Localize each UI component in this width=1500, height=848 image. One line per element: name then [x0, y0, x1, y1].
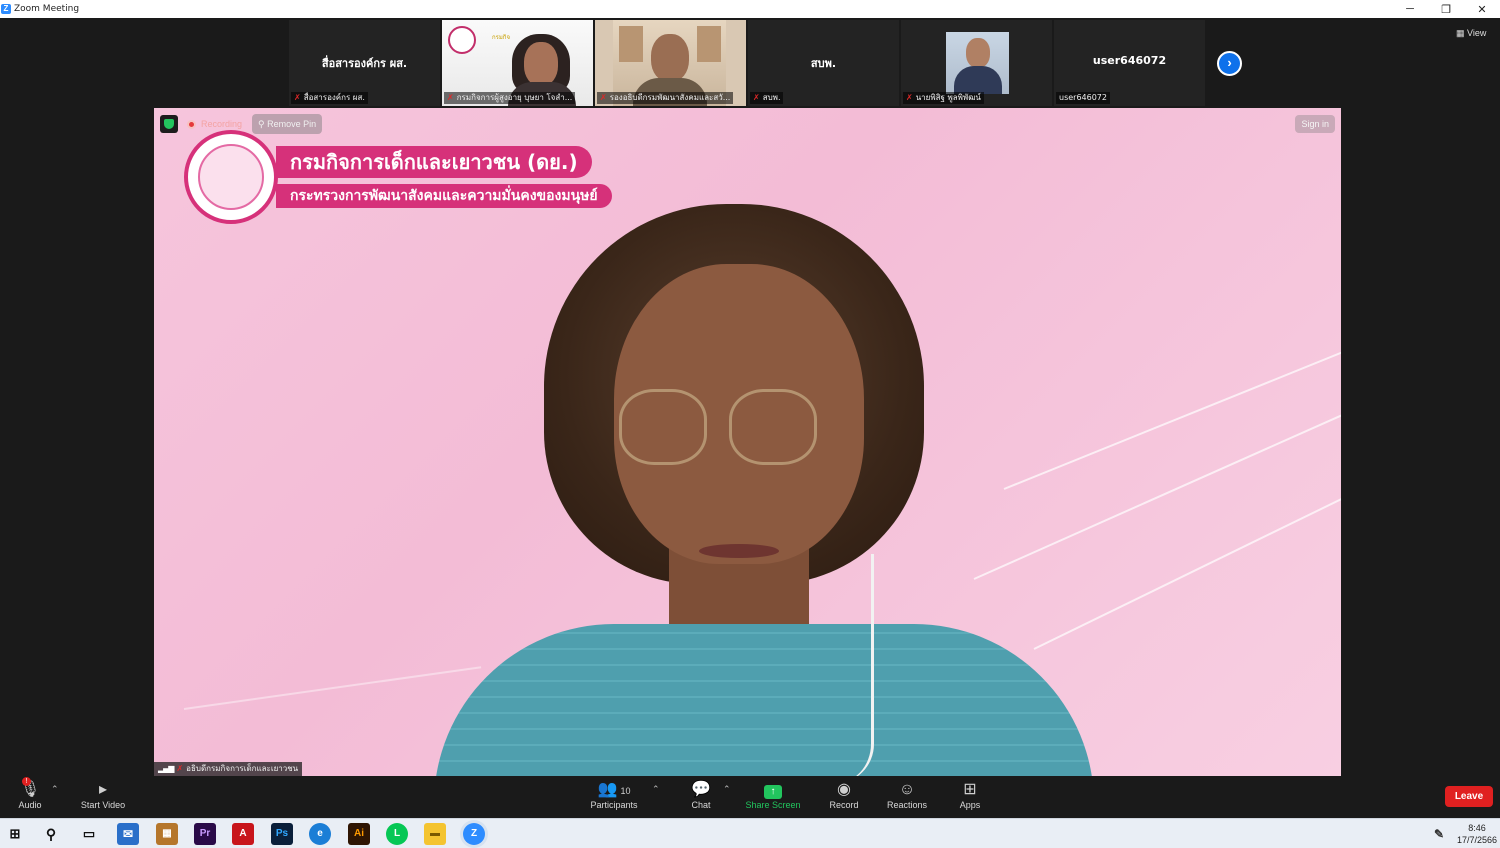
windows-taskbar: ⊞ ⚲ ▭ ✉ ▦ Pr A Ps e Ai L ▬ Z ✎ 8:46 17/7… — [0, 818, 1500, 848]
participant-name: สบพ. — [810, 57, 837, 70]
clock-time: 8:46 — [1468, 823, 1486, 833]
record-dot-icon — [187, 119, 196, 129]
bookshelf — [697, 26, 721, 62]
glasses-left-lens — [619, 389, 707, 465]
task-view-icon[interactable]: ▭ — [78, 823, 100, 845]
reactions-button[interactable]: ☺ Reactions — [884, 780, 930, 810]
window-titlebar: Z Zoom Meeting ─ ❐ ✕ — [0, 0, 1500, 18]
edge-icon[interactable]: e — [309, 823, 331, 845]
audio-button[interactable]: 🎙! Audio — [12, 777, 48, 810]
participants-icon: 👥 — [597, 781, 618, 798]
participants-count: 10 — [620, 786, 631, 796]
bookshelf — [619, 26, 643, 62]
search-icon[interactable]: ⚲ — [40, 823, 62, 845]
clock[interactable]: 8:46 17/7/2566 — [1457, 822, 1497, 846]
muted-mic-icon: ✗ — [294, 93, 301, 102]
glasses-right-lens — [729, 389, 817, 465]
speaker-person — [424, 204, 1104, 776]
chat-button[interactable]: 💬 Chat — [684, 780, 718, 810]
department-banner: กรมกิจการเด็กและเยาวชน (ดย.) — [276, 146, 592, 178]
participant-tile[interactable]: ✗ นายพิสิฐ พูลพิพัฒน์ — [901, 20, 1052, 106]
pin-icon: ⚲ — [258, 119, 268, 129]
mail-icon[interactable]: ✉ — [117, 823, 139, 845]
earphone-cable — [834, 554, 874, 776]
speaker-lips — [699, 544, 779, 558]
apps-icon: ⊞ — [963, 781, 977, 798]
next-page-button[interactable]: › — [1217, 51, 1242, 76]
emblem-icon — [448, 26, 476, 54]
video-off-icon: ▸ — [98, 781, 108, 798]
leave-button[interactable]: Leave — [1445, 786, 1493, 807]
participant-name-tag: ✗ กรมกิจการผู้สูงอายุ บุษยา โจสำ... — [444, 92, 576, 104]
participant-tile[interactable]: กรมกิจ ✗ กรมกิจการผู้สูงอายุ บุษยา โจสำ..… — [442, 20, 593, 106]
participant-tile[interactable]: สบพ. ✗ สบพ. — [748, 20, 899, 106]
close-button[interactable]: ✕ — [1464, 0, 1500, 18]
chat-icon: 💬 — [691, 781, 711, 798]
file-explorer-icon[interactable]: ▬ — [424, 823, 446, 845]
minimize-button[interactable]: ─ — [1392, 0, 1428, 18]
share-screen-button[interactable]: ↑ Share Screen — [742, 780, 804, 810]
audio-options-caret[interactable]: ⌃ — [51, 784, 59, 795]
smiley-icon: ☺ — [898, 781, 916, 798]
record-icon: ◉ — [837, 781, 851, 798]
participant-face — [966, 38, 990, 68]
illustrator-icon[interactable]: Ai — [348, 823, 370, 845]
share-screen-icon: ↑ — [764, 785, 782, 799]
signal-bars-icon: ▂▄▆ — [158, 764, 175, 773]
participant-name-tag: ✗ นายพิสิฐ พูลพิพัฒน์ — [903, 92, 984, 104]
participant-name: สื่อสารองค์กร ผส. — [321, 57, 408, 70]
participant-tile[interactable]: ✗ รองอธิบดีกรมพัฒนาสังคมและสวั... — [595, 20, 746, 106]
muted-mic-icon: ✗ — [176, 764, 184, 773]
start-video-button[interactable]: ▸ Start Video — [76, 780, 130, 810]
window-title: Zoom Meeting — [14, 4, 80, 14]
muted-mic-icon: ✗ — [906, 93, 913, 102]
participants-options-caret[interactable]: ⌃ — [652, 784, 660, 795]
muted-mic-icon: ✗ — [600, 93, 607, 102]
audio-warning-badge: ! — [22, 777, 31, 786]
sign-in-button[interactable]: Sign in — [1295, 115, 1335, 133]
active-speaker-video[interactable]: กรมกิจการเด็กและเยาวชน (ดย.) กระทรวงการพ… — [154, 108, 1341, 776]
speaker-name-tag: ▂▄▆ ✗ อธิบดีกรมกิจการเด็กและเยาวชน — [154, 762, 303, 776]
speaker-shirt — [434, 624, 1094, 776]
restore-button[interactable]: ❐ — [1428, 0, 1464, 18]
participant-face — [524, 42, 558, 86]
participant-tile[interactable]: สื่อสารองค์กร ผส. ✗ สื่อสารองค์กร ผส. — [289, 20, 440, 106]
muted-mic-icon: ✗ — [447, 93, 454, 102]
security-shield-icon[interactable] — [160, 115, 178, 133]
apps-button[interactable]: ⊞ Apps — [954, 780, 986, 810]
participant-tile[interactable]: user646072 user646072 — [1054, 20, 1205, 106]
chat-options-caret[interactable]: ⌃ — [723, 784, 731, 795]
view-button[interactable]: ▦ View — [1456, 28, 1486, 39]
remove-pin-button[interactable]: ⚲ Remove Pin — [252, 114, 323, 134]
background-text: กรมกิจ — [492, 35, 510, 41]
windows-start-icon[interactable]: ⊞ — [4, 823, 26, 845]
department-emblem-icon — [184, 130, 278, 224]
participant-face — [651, 34, 689, 82]
acrobat-icon[interactable]: A — [232, 823, 254, 845]
zoom-icon[interactable]: Z — [463, 823, 485, 845]
pen-tray-icon[interactable]: ✎ — [1428, 823, 1450, 845]
meeting-toolbar: 🎙! Audio ⌃ ▸ Start Video 👥 10 Participant… — [0, 776, 1500, 818]
participant-name-tag: ✗ สบพ. — [750, 92, 784, 104]
participant-video — [946, 32, 1009, 94]
grid-icon: ▦ — [1456, 28, 1468, 38]
participant-shirt — [954, 66, 1002, 94]
participant-name-tag: ✗ สื่อสารองค์กร ผส. — [291, 92, 368, 104]
muted-mic-icon: ✗ — [753, 93, 760, 102]
participants-button[interactable]: 👥 10 Participants — [586, 780, 642, 810]
recording-indicator[interactable]: Recording — [187, 116, 242, 132]
participant-name-tag: ✗ รองอธิบดีกรมพัฒนาสังคมและสวั... — [597, 92, 734, 104]
premiere-icon[interactable]: Pr — [194, 823, 216, 845]
zoom-logo-icon: Z — [1, 4, 11, 14]
line-icon[interactable]: L — [386, 823, 408, 845]
app-icon[interactable]: ▦ — [156, 823, 178, 845]
participant-name: user646072 — [1092, 54, 1167, 67]
clock-date: 17/7/2566 — [1456, 835, 1497, 845]
participant-name-tag: user646072 — [1056, 92, 1110, 104]
record-button[interactable]: ◉ Record — [824, 780, 864, 810]
photoshop-icon[interactable]: Ps — [271, 823, 293, 845]
